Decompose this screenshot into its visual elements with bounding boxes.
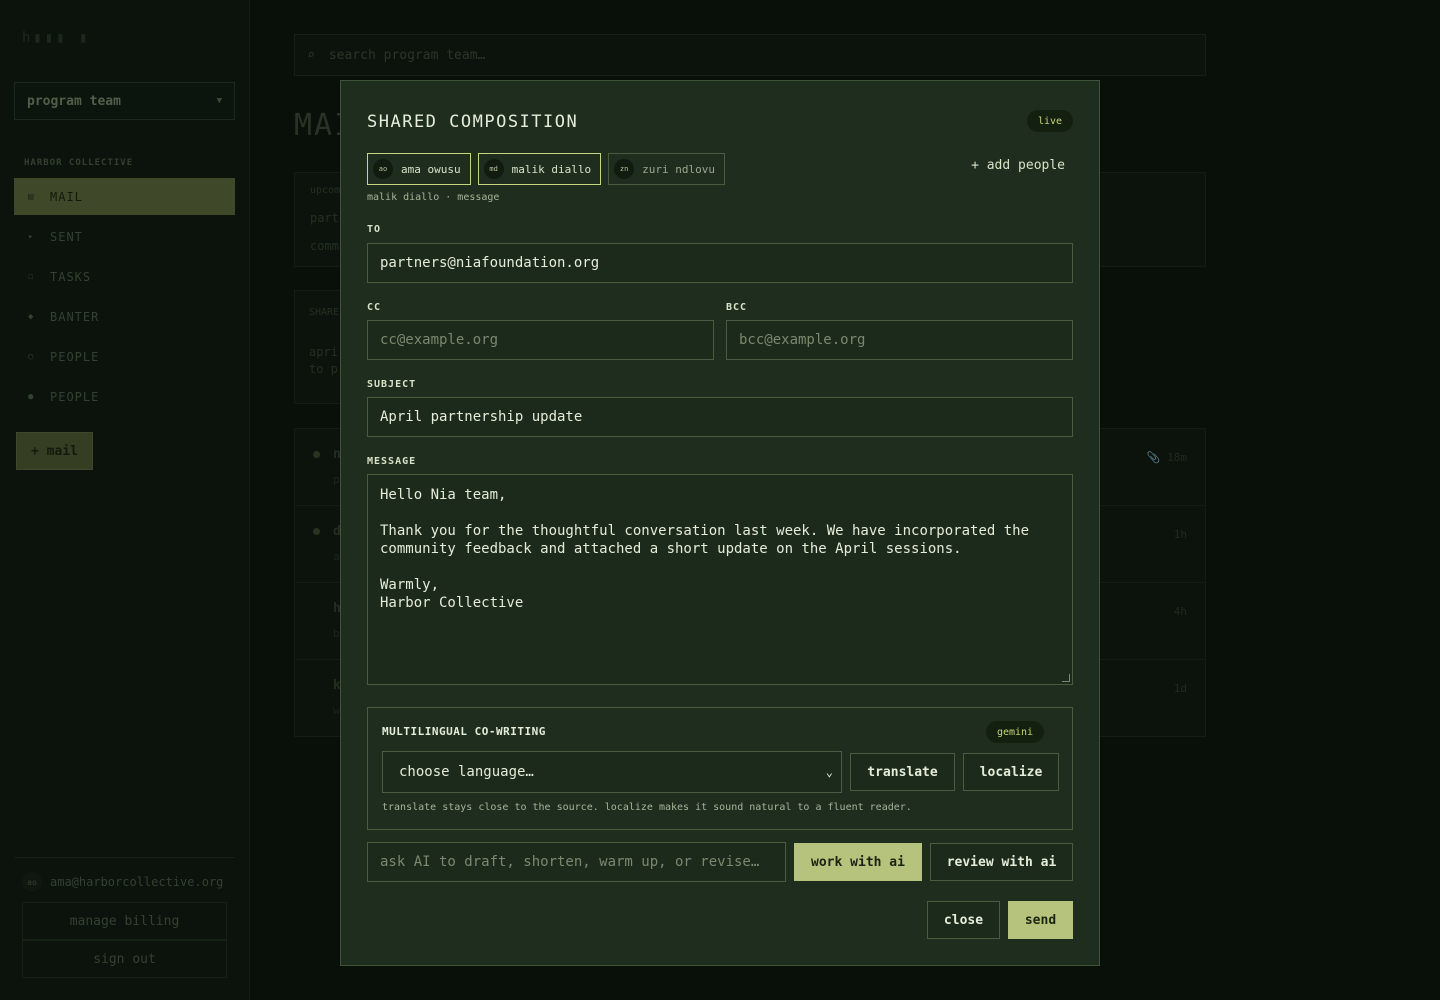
ai-prompt-input[interactable]: ask AI to draft, shorten, warm up, or re… [367,842,786,882]
message-body[interactable]: Hello Nia team, Thank you for the though… [367,474,1073,685]
collaborator-name: zuri ndlovu [642,162,715,176]
send-button[interactable]: send [1008,901,1073,939]
collaborator-list: ao ama owusu md malik diallo zn zuri ndl… [367,153,725,185]
language-select[interactable]: choose language… ⌄ [382,751,842,793]
collaborator-name: malik diallo [511,162,592,176]
chevron-down-icon: ⌄ [825,765,833,779]
multilingual-panel: MULTILINGUAL CO-WRITING gemini choose la… [367,707,1073,830]
collaborator-name: ama owusu [401,162,461,176]
close-button[interactable]: close [927,901,1000,939]
avatar: md [483,159,504,179]
review-with-ai-button[interactable]: review with ai [930,843,1073,881]
avatar: ao [373,159,393,179]
subject-label: SUBJECT [367,379,417,390]
language-select-value: choose language… [399,764,534,780]
cc-field[interactable]: cc@example.org [367,320,714,360]
editing-status: malik diallo · message [367,192,500,203]
dialog-title: SHARED COMPOSITION [367,112,579,132]
collaborator-chip[interactable]: zn zuri ndlovu [608,153,725,185]
collaborator-chip[interactable]: md malik diallo [477,153,602,185]
bcc-field[interactable]: bcc@example.org [726,320,1073,360]
bcc-label: BCC [726,302,748,313]
add-people-button[interactable]: + add people [971,158,1065,173]
subject-field[interactable]: April partnership update [367,397,1073,437]
live-badge: live [1027,110,1073,132]
to-field[interactable]: partners@niafoundation.org [367,243,1073,283]
multilingual-hint: translate stays close to the source. loc… [382,802,912,813]
resize-handle-icon[interactable] [1062,674,1070,682]
collaborator-chip[interactable]: ao ama owusu [367,153,471,185]
multilingual-title: MULTILINGUAL CO-WRITING [382,725,546,738]
localize-button[interactable]: localize [963,753,1059,791]
avatar: zn [614,159,635,179]
shared-composition-dialog: SHARED COMPOSITION live ao ama owusu md … [340,80,1100,966]
cc-label: CC [367,302,382,313]
translate-button[interactable]: translate [850,753,955,791]
message-text: Hello Nia team, Thank you for the though… [380,487,1030,611]
to-label: TO [367,224,382,235]
gemini-badge: gemini [986,721,1044,743]
work-with-ai-button[interactable]: work with ai [794,843,922,881]
message-label: MESSAGE [367,456,417,467]
